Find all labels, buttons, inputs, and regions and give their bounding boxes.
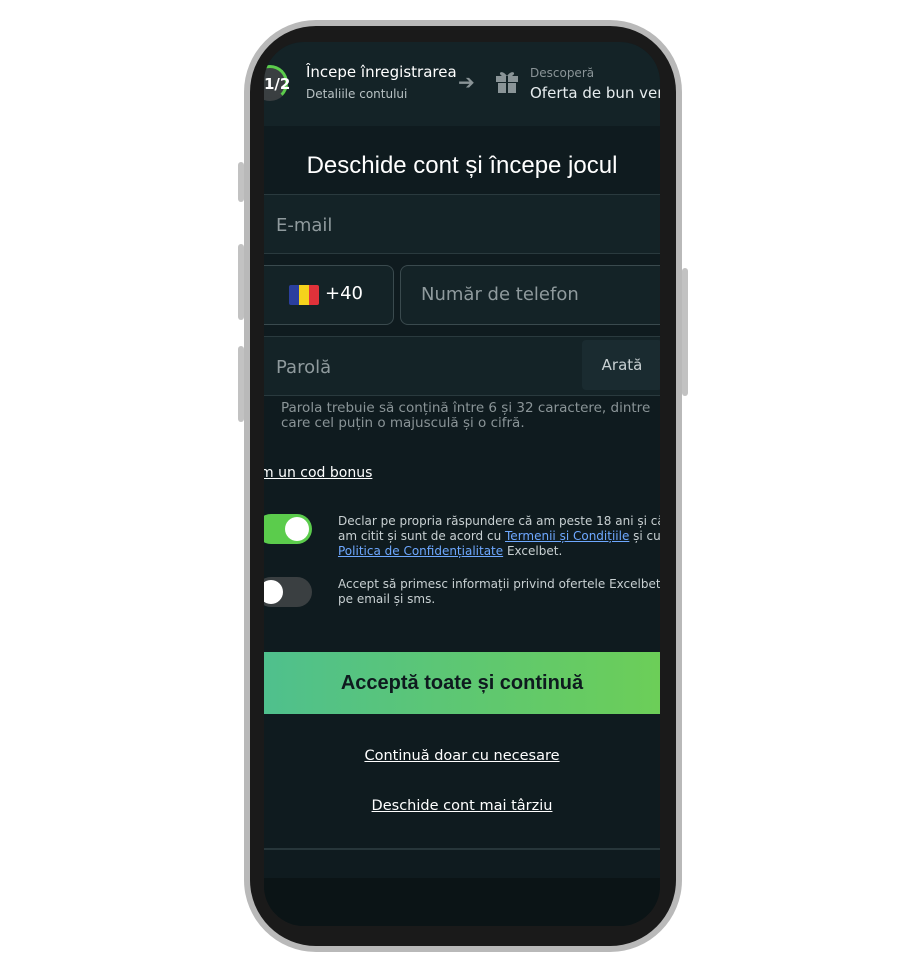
terms-text-join: și cu	[629, 529, 660, 543]
email-input[interactable]: E-mail	[264, 194, 660, 254]
toggle-knob	[264, 580, 283, 604]
open-account-later-link[interactable]: Deschide cont mai târziu	[264, 798, 660, 814]
show-password-button[interactable]: Arată	[582, 340, 660, 390]
step-title: Începe înregistrarea	[306, 63, 457, 81]
marketing-toggle[interactable]	[264, 577, 312, 607]
terms-toggle[interactable]	[264, 514, 312, 544]
phone-power-button	[682, 268, 688, 396]
continue-necessary-link[interactable]: Continuă doar cu necesare	[264, 748, 660, 764]
phone-placeholder: Număr de telefon	[421, 284, 579, 305]
phone-prefix: +40	[325, 283, 363, 304]
registration-steps-bar: 1/2 Începe înregistrarea Detaliile contu…	[264, 42, 660, 126]
phone-volume-up	[238, 244, 244, 320]
step-subtitle: Detaliile contului	[306, 87, 408, 101]
bottom-bar	[264, 878, 660, 926]
next-step-title: Oferta de bun ven	[530, 84, 660, 102]
progress-indicator: 1/2	[264, 75, 291, 93]
terms-link[interactable]: Termenii și Condițiile	[505, 529, 629, 543]
password-hint: Parola trebuie să conțină între 6 și 32 …	[281, 400, 651, 431]
app-screen: 1/2 Începe înregistrarea Detaliile contu…	[264, 42, 660, 926]
email-placeholder: E-mail	[276, 215, 333, 236]
marketing-consent-text: Accept să primesc informații privind ofe…	[338, 577, 660, 606]
toggle-knob	[285, 517, 309, 541]
terms-consent-text: Declar pe propria răspundere că am peste…	[338, 514, 660, 559]
password-placeholder: Parolă	[276, 357, 332, 378]
phone-side-button	[238, 162, 244, 202]
privacy-policy-link[interactable]: Politica de Confidențialitate	[338, 544, 503, 558]
divider	[264, 848, 660, 850]
arrow-right-icon: ➔	[458, 70, 475, 94]
phone-volume-down	[238, 346, 244, 422]
page-title: Deschide cont și începe jocul	[306, 152, 618, 179]
country-code-select[interactable]: +40	[264, 265, 394, 325]
bonus-code-link[interactable]: m un cod bonus	[264, 465, 372, 481]
phone-input[interactable]: Număr de telefon	[400, 265, 660, 325]
accept-all-continue-button[interactable]: Acceptă toate și continuă	[264, 652, 660, 714]
gift-icon	[496, 72, 518, 93]
terms-text-end: Excelbet.	[503, 544, 563, 558]
romania-flag-icon	[289, 285, 319, 305]
next-step-label: Descoperă	[530, 66, 595, 80]
